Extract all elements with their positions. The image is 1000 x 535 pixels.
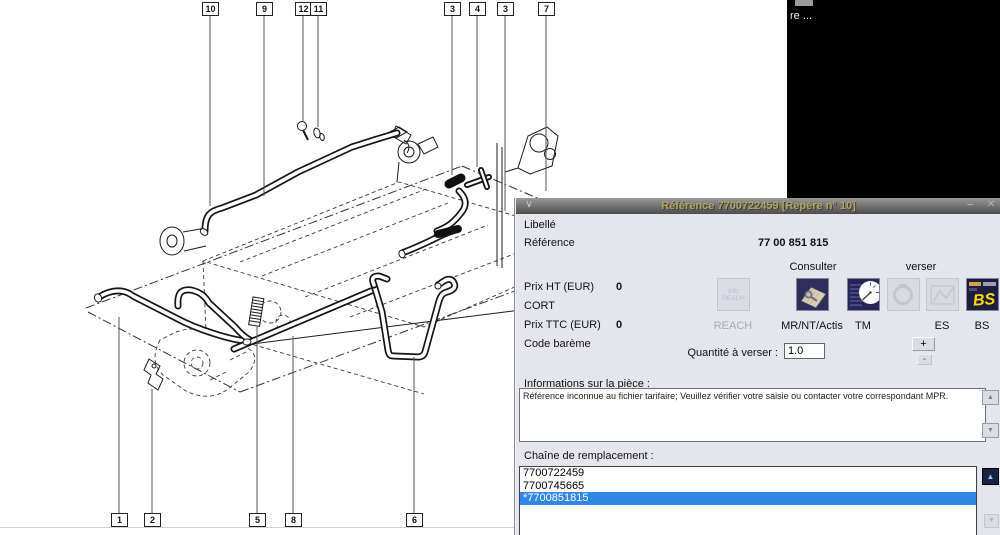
reach-tile-label: REACH [714, 320, 753, 332]
bs-button[interactable]: BS [966, 278, 999, 311]
mrnt-tile-label: MR/NT/Actis [781, 320, 843, 332]
list-item[interactable]: 7700745665 [520, 480, 976, 493]
quantity-input[interactable] [784, 343, 825, 359]
es-map-icon [927, 279, 958, 310]
tm-button[interactable] [847, 278, 880, 311]
prix-ttc-label: Prix TTC (EUR) [524, 319, 601, 331]
list-scroll-down-icon[interactable]: ▼ [984, 514, 999, 528]
callout-3b[interactable]: 3 [497, 2, 514, 16]
dialog-titlebar: ∨ Référence 7700722459 [Repère n° 10] – … [516, 198, 1000, 214]
manual-wrench-icon [797, 279, 828, 310]
tm-tile-label: TM [855, 320, 871, 332]
info-scroll-up-icon[interactable]: ▲ [982, 390, 999, 405]
callout-11[interactable]: 11 [310, 2, 327, 16]
bs-icon: BS [967, 279, 998, 310]
callout-7[interactable]: 7 [538, 2, 555, 16]
parts-diagram [0, 0, 560, 535]
cort-label: CORT [524, 300, 555, 312]
chain-label: Chaîne de remplacement : [524, 450, 654, 462]
reach-icon-text1: Info [728, 288, 739, 295]
mrnt-actis-button[interactable] [796, 278, 829, 311]
code-bareme-label: Code barème [524, 338, 591, 350]
quantity-plus-button[interactable]: + [912, 337, 935, 351]
replacement-chain-list: 7700722459 7700745665 *7700851815 [519, 466, 977, 535]
list-scroll-up-icon[interactable]: ▲ [982, 468, 999, 485]
callout-5[interactable]: 5 [249, 513, 266, 527]
ghost-container-icon [888, 279, 919, 310]
prix-ht-value: 0 [616, 281, 622, 293]
screen: 10 9 12 11 3 4 3 7 1 2 5 8 6 re ... ∨ Ré… [0, 0, 1000, 535]
callout-9[interactable]: 9 [256, 2, 273, 16]
prix-ttc-value: 0 [616, 319, 622, 331]
info-scroll-down-icon[interactable]: ▼ [982, 423, 999, 438]
callout-8[interactable]: 8 [285, 513, 302, 527]
close-button[interactable]: ✕ [984, 199, 998, 210]
list-item-selected[interactable]: *7700851815 [520, 492, 976, 505]
list-item[interactable]: 7700722459 [520, 467, 976, 480]
es-button [926, 278, 959, 311]
consulter-group-label: Consulter [789, 261, 836, 273]
callout-2[interactable]: 2 [144, 513, 161, 527]
prix-ht-label: Prix HT (EUR) [524, 281, 594, 293]
callout-4[interactable]: 4 [469, 2, 486, 16]
quantity-label: Quantité à verser : [636, 347, 778, 359]
window-edge-line [0, 527, 515, 528]
console-text: re ... [790, 10, 812, 22]
gauge-icon [848, 279, 879, 310]
dialog-title: Référence 7700722459 [Repère n° 10] [516, 200, 1000, 212]
quantity-minus-button[interactable]: - [917, 354, 932, 365]
minimize-button[interactable]: – [963, 199, 977, 210]
reach-button: Info REACH [717, 278, 750, 311]
reference-dialog: ∨ Référence 7700722459 [Repère n° 10] – … [515, 198, 1000, 535]
verser-disabled-button [887, 278, 920, 311]
es-tile-label: ES [935, 320, 950, 332]
reference-value: 77 00 851 815 [758, 237, 828, 249]
callout-3a[interactable]: 3 [444, 2, 461, 16]
bs-tile-label: BS [975, 320, 990, 332]
callout-1[interactable]: 1 [111, 513, 128, 527]
reference-label: Référence [524, 237, 575, 249]
console-window: re ... [787, 0, 1000, 198]
callout-10[interactable]: 10 [202, 2, 219, 16]
reach-icon-text2: REACH [722, 295, 745, 302]
part-info-textarea[interactable]: Référence inconnue au fichier tarifaire;… [519, 388, 986, 442]
libelle-label: Libellé [524, 219, 556, 231]
console-chip [795, 0, 813, 6]
svg-text:BS: BS [972, 291, 996, 310]
callout-6[interactable]: 6 [406, 513, 423, 527]
verser-group-label: verser [906, 261, 937, 273]
